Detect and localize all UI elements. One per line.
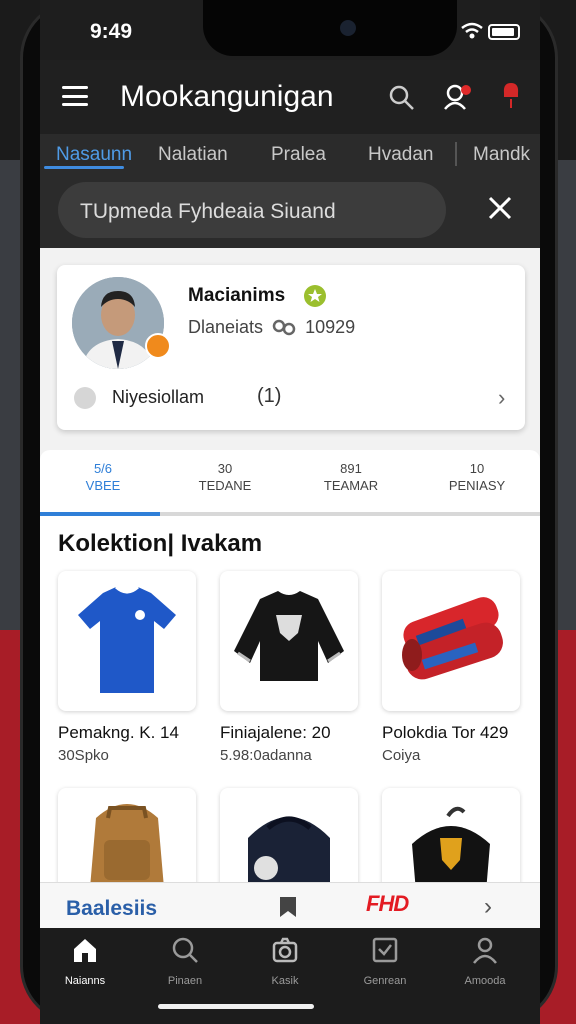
rss-badge-icon	[145, 333, 171, 359]
profile-follower-count: 10929	[305, 317, 356, 337]
product-name: Polokdia Tor 429	[382, 723, 509, 742]
profile-stats: Dlaneiats 10929	[188, 317, 355, 338]
front-camera	[340, 20, 356, 36]
jersey-image	[58, 571, 196, 711]
phone-screen: 9:49 Mookangunigan Nasaunn Nalatian Pral…	[40, 0, 540, 1024]
category-tabs: Nasaunn Nalatian Pralea Hvadan Mandk	[40, 134, 540, 176]
product-card[interactable]: Pemakng. K. 14 30Spko	[58, 571, 196, 764]
product-price: 5.98:0adanna	[220, 747, 312, 764]
circle-icon	[74, 387, 96, 409]
tab-3[interactable]: Hvadan	[368, 144, 434, 166]
scarf-image	[382, 571, 520, 711]
menu-icon[interactable]	[62, 86, 88, 106]
nav-camera[interactable]: Kasik	[240, 936, 330, 987]
app-title: Mookangunigan	[120, 80, 334, 113]
nav-label: Naianns	[64, 975, 106, 987]
profile-name: Macianims	[188, 285, 286, 306]
tab-0[interactable]: Nasaunn	[56, 144, 132, 166]
battery-icon	[488, 24, 520, 40]
phone-notch	[203, 0, 457, 56]
tab-1[interactable]: Nalatian	[158, 144, 228, 166]
nav-label: Amooda	[464, 975, 506, 987]
nav-label: Genrean	[363, 975, 407, 987]
collection-section: Kolektion| Ivakam Pemakng. K. 14 30Spko	[40, 516, 540, 928]
verified-icon	[304, 285, 326, 307]
checkbox-icon	[372, 937, 398, 963]
stat-label: PENIASY	[448, 478, 506, 493]
stat-label: TEAMAR	[323, 478, 379, 493]
profile-card[interactable]: Macianims Dlaneiats 10929 Niyesiollam (1…	[57, 265, 525, 430]
profile-link-text: Niyesiollam	[112, 387, 205, 407]
notification-icon[interactable]	[500, 80, 522, 112]
app-bar: Mookangunigan	[40, 60, 540, 134]
nav-home[interactable]: Naianns	[40, 936, 130, 987]
stat-value: 891	[340, 461, 362, 476]
nav-label: Kasik	[271, 975, 299, 987]
search-input[interactable]: TUpmeda Fyhdeaia Siuand	[58, 182, 446, 238]
search-row: TUpmeda Fyhdeaia Siuand	[40, 176, 540, 248]
stat-label: VBEE	[85, 478, 121, 493]
product-price: Coiya	[382, 747, 421, 764]
tab-4[interactable]: Mandk	[473, 144, 530, 166]
search-icon[interactable]	[388, 84, 416, 112]
active-tab-indicator	[44, 166, 124, 169]
home-indicator[interactable]	[158, 1004, 314, 1009]
chevron-right-icon[interactable]: ›	[484, 893, 492, 921]
stat-tab-1[interactable]: 30 TEDANE	[170, 460, 280, 494]
chevron-right-icon[interactable]: ›	[498, 385, 505, 411]
tab-divider	[455, 142, 457, 166]
product-name: Pemakng. K. 14	[58, 723, 179, 742]
brand-logo: FHD	[366, 891, 409, 916]
stat-tab-2[interactable]: 891 TEAMAR	[296, 460, 406, 494]
promo-text: Baalesiis	[66, 897, 158, 920]
product-card[interactable]: Polokdia Tor 429 Coiya	[382, 571, 520, 764]
profile-link-row[interactable]: Niyesiollam (1) ›	[74, 385, 514, 411]
stat-value: 5/6	[93, 461, 113, 476]
jacket-image	[220, 571, 358, 711]
stat-value: 30	[217, 461, 233, 476]
nav-search[interactable]: Pinaen	[140, 936, 230, 987]
product-card[interactable]: Finiajalene: 20 5.98:0adanna	[220, 571, 358, 764]
stat-tab-0[interactable]: 5/6 VBEE	[48, 460, 158, 494]
nav-tasks[interactable]: Genrean	[340, 936, 430, 987]
profile-stats-label: Dlaneiats	[188, 317, 264, 337]
nav-profile[interactable]: Amooda	[440, 936, 530, 987]
promo-banner[interactable]: Baalesiis FHD ›	[40, 882, 540, 928]
camera-icon	[272, 937, 298, 963]
account-search-icon[interactable]	[442, 82, 472, 112]
stat-value: 10	[469, 461, 485, 476]
product-price: 30Spko	[58, 747, 109, 764]
collection-title: Kolektion| Ivakam	[58, 530, 263, 557]
tab-2[interactable]: Pralea	[271, 144, 326, 166]
nav-label: Pinaen	[167, 975, 203, 987]
person-icon	[473, 937, 497, 964]
stats-bar: 5/6 VBEE 30 TEDANE 891 TEAMAR 10 PENIASY	[40, 450, 540, 516]
tag-icon	[280, 897, 296, 917]
wifi-icon	[461, 22, 483, 39]
search-icon	[172, 937, 198, 963]
bottom-navigation: Naianns Pinaen Kasik Genrean Amooda	[40, 928, 540, 1024]
status-time: 9:49	[90, 20, 133, 43]
close-icon[interactable]	[486, 194, 514, 222]
stat-label: TEDANE	[198, 478, 252, 493]
stat-tab-3[interactable]: 10 PENIASY	[422, 460, 532, 494]
home-icon	[74, 939, 96, 962]
link-icon	[272, 319, 296, 336]
product-name: Finiajalene: 20	[220, 723, 331, 742]
profile-link-tag: (1)	[257, 385, 282, 407]
